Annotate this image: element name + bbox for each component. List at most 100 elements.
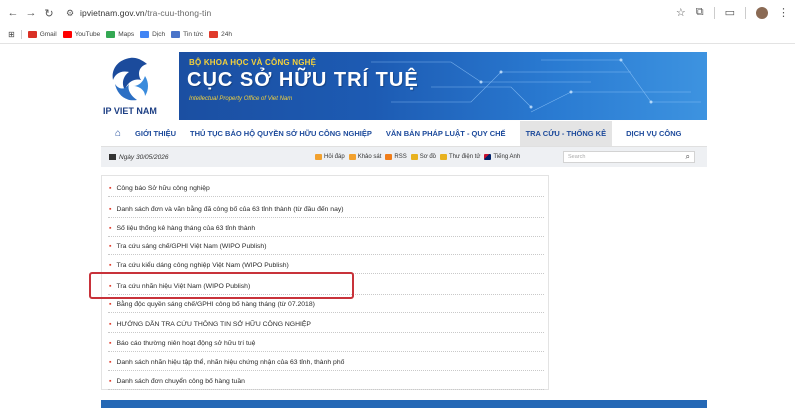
bullet-icon: ▪ (109, 320, 112, 328)
main-menu: ⌂ GIỚI THIỆU THỦ TỤC BẢO HỘ QUYỀN SỞ HỮU… (101, 121, 707, 147)
calendar-icon (109, 154, 116, 160)
menu-dots-icon[interactable]: ⋮ (778, 6, 789, 19)
reload-icon[interactable]: ↻ (42, 6, 56, 20)
site-banner: IP VIET NAM BỘ KHOA HỌC VÀ CÔNG NGHỆ CỤC… (101, 52, 707, 120)
bullet-icon: ▪ (109, 300, 112, 308)
bullet-icon: ▪ (109, 184, 112, 192)
ipvietnam-logo-icon (112, 57, 148, 101)
profile-avatar[interactable] (756, 6, 768, 19)
bookmark-maps[interactable]: Maps (106, 31, 134, 38)
site-subtitle: Intellectual Property Office of Viet Nam (189, 96, 293, 102)
list-item[interactable]: ▪ Danh sách nhãn hiệu tập thể, nhãn hiệu … (108, 354, 544, 371)
current-date: Ngày 30/05/2026 (109, 154, 169, 161)
survey-icon (348, 154, 356, 160)
star-icon[interactable]: ☆ (676, 6, 686, 19)
list-item-label: Tra cứu kiểu dáng công nghiệp Việt Nam (… (116, 261, 289, 269)
bookmark-label: Gmail (39, 31, 57, 38)
bullet-icon: ▪ (109, 358, 112, 366)
youtube-icon (62, 31, 72, 38)
footer-bar (101, 400, 707, 408)
24h-icon (209, 31, 219, 38)
browser-toolbar: ← → ↻ ⚙ ipvietnam.gov.vn/tra-cuu-thong-t… (0, 0, 795, 26)
search-input[interactable]: Search ⌕ (563, 151, 695, 163)
gmail-icon (27, 31, 37, 38)
link-hoi-dap[interactable]: Hỏi đáp (315, 154, 345, 160)
list-item[interactable]: ▪ Số liệu thống kê hàng tháng của 63 tỉnh… (108, 220, 544, 237)
link-rss[interactable]: RSS (385, 154, 407, 160)
list-item[interactable]: ▪ Công báo Sở hữu công nghiệp (108, 180, 544, 197)
link-label: Hỏi đáp (324, 154, 345, 160)
link-khao-sat[interactable]: Khảo sát (348, 154, 382, 160)
link-label: Khảo sát (357, 154, 382, 160)
circuit-decoration (371, 58, 701, 113)
list-item-label: Danh sách nhãn hiệu tập thể, nhãn hiệu c… (116, 358, 345, 366)
menu-thu-tuc[interactable]: THỦ TỤC BẢO HỘ QUYỀN SỞ HỮU CÔNG NGHIỆP (190, 129, 372, 138)
link-label: Sơ đồ (419, 154, 436, 160)
bullet-icon: ▪ (109, 377, 112, 385)
link-so-do[interactable]: Sơ đồ (410, 154, 436, 160)
rss-icon (385, 154, 393, 160)
back-icon[interactable]: ← (6, 6, 20, 20)
menu-dich-vu-cong[interactable]: DỊCH VỤ CÔNG (626, 129, 681, 138)
list-item-label: Danh sách đơn và văn bằng đã công bố của… (116, 205, 344, 213)
bookmark-label: Dịch (152, 31, 166, 38)
highlight-box (89, 272, 354, 299)
list-item[interactable]: ▪ Báo cáo thường niên hoạt động sở hữu tr… (108, 335, 544, 352)
list-item[interactable]: ▪ HƯỚNG DẪN TRA CỨU THÔNG TIN SỞ HỮU CÔNG… (108, 316, 544, 333)
list-item-label: Bằng độc quyền sáng chế/GPHI công bố hàn… (116, 300, 315, 308)
url-path: /tra-cuu-thong-tin (144, 8, 212, 18)
bookmark-label: YouTube (74, 31, 101, 38)
bookmark-label: Maps (118, 31, 135, 38)
bookmark-24h[interactable]: 24h (209, 31, 232, 38)
bullet-icon: ▪ (109, 224, 112, 232)
list-item-label: Tra cứu sáng chế/GPHI Việt Nam (WIPO Pub… (116, 242, 267, 250)
link-thu-dien-tu[interactable]: Thư điện tử (440, 154, 480, 160)
bookmark-gmail[interactable]: Gmail (27, 31, 57, 38)
bookmark-youtube[interactable]: YouTube (62, 31, 101, 38)
menu-tra-cuu[interactable]: TRA CỨU - THỐNG KÊ (519, 121, 613, 146)
divider (20, 30, 22, 39)
bookmark-label: 24h (221, 31, 233, 38)
extensions-icon[interactable]: ⧉ (696, 6, 704, 19)
link-label: RSS (394, 154, 407, 160)
divider (713, 6, 715, 19)
address-bar[interactable]: ipvietnam.gov.vn/tra-cuu-thong-tin (80, 8, 211, 18)
list-item[interactable]: ▪ Danh sách đơn và văn bằng đã công bố củ… (108, 201, 544, 218)
bookmark-news[interactable]: Tin tức (171, 31, 203, 38)
bullet-icon: ▪ (109, 205, 112, 213)
list-item-label: Báo cáo thường niên hoạt động sở hữu trí… (116, 339, 256, 347)
utility-links: Hỏi đáp Khảo sát RSS Sơ đồ Thư điện tử T… (315, 147, 520, 167)
link-tieng-anh[interactable]: Tiếng Anh (484, 154, 520, 160)
bookmark-label: Tin tức (183, 31, 204, 38)
site-info-icon[interactable]: ⚙ (64, 7, 76, 19)
forward-icon[interactable]: → (24, 6, 38, 20)
mail-icon (440, 154, 447, 160)
date-text: Ngày 30/05/2026 (119, 153, 169, 161)
tab-search-icon[interactable]: ▭ (725, 6, 735, 19)
menu-van-ban[interactable]: VĂN BẢN PHÁP LUẬT - QUY CHẾ (386, 129, 506, 138)
bullet-icon: ▪ (109, 261, 112, 269)
bookmark-translate[interactable]: Dịch (140, 31, 165, 38)
logo-area[interactable]: IP VIET NAM (101, 52, 179, 120)
list-item-label: Công báo Sở hữu công nghiệp (116, 184, 210, 192)
ministry-name: BỘ KHOA HỌC VÀ CÔNG NGHỆ (189, 58, 317, 67)
sitemap-icon (410, 154, 418, 160)
home-icon[interactable]: ⌂ (115, 128, 121, 139)
bullet-icon: ▪ (109, 242, 112, 250)
info-bar: Ngày 30/05/2026 Hỏi đáp Khảo sát RSS Sơ … (101, 147, 707, 167)
bookmarks-bar: ⊞ Gmail YouTube Maps Dịch Tin tức 24h (0, 26, 795, 44)
apps-icon[interactable]: ⊞ (8, 30, 15, 39)
link-label: Thư điện tử (449, 154, 481, 160)
search-placeholder: Search (568, 154, 586, 160)
menu-gioi-thieu[interactable]: GIỚI THIỆU (135, 129, 176, 138)
search-icon[interactable]: ⌕ (686, 152, 690, 162)
news-icon (171, 31, 181, 38)
list-item[interactable]: ▪ Danh sách đơn chuyển công bố hàng tuần (108, 373, 544, 390)
list-item[interactable]: ▪ Tra cứu sáng chế/GPHI Việt Nam (WIPO Pu… (108, 238, 544, 255)
bullet-icon: ▪ (109, 339, 112, 347)
maps-icon (106, 31, 116, 38)
uk-flag-icon (484, 154, 492, 160)
url-host: ipvietnam.gov.vn (80, 8, 145, 18)
chat-icon (315, 154, 322, 160)
link-label: Tiếng Anh (493, 154, 521, 160)
